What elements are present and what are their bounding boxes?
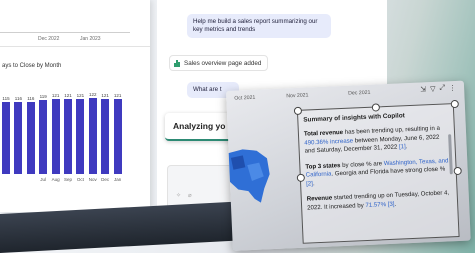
report-page-icon [174,59,180,67]
x-axis-line [0,32,130,33]
insight-subject: Total revenue [303,128,344,138]
bar-data-label: 115 [2,96,10,102]
chart-title: ays to Close by Month [2,63,62,69]
pin-icon[interactable]: ⇲ [420,85,426,93]
axis-date-label: Dec 2021 [348,89,371,97]
resize-handle[interactable] [450,99,459,109]
bar-data-label: 121 [51,92,60,98]
copilot-summary-visual[interactable]: Summary of insights with Copilot Total r… [296,103,460,244]
report-canvas: Dec 2022 Jan 2023 ays to Close by Month … [0,0,150,212]
axis-date-label: Nov 2021 [286,92,309,100]
insight-subject: Revenue [306,194,333,203]
insight-revenue-trend: Revenue started trending up on Tuesday, … [307,189,453,212]
x-tick-label: Sep [63,177,72,182]
days-to-close-bar-chart: 115 116 116 119 Jul 121 Aug 121 Sep 121 Oct 122 Nov 1… [2,86,126,182]
bar[interactable] [113,98,122,174]
bar[interactable] [64,98,72,174]
x-tick-label: Jan [113,177,122,182]
filter-icon[interactable]: ▽ [430,85,436,93]
insight-top-states: Top 3 states by close % are Washington, … [305,157,451,189]
bar-data-label: 122 [89,91,97,97]
resize-handle[interactable] [453,166,462,176]
summary-title: Summary of insights with Copilot [303,112,405,124]
x-tick-label: Jan 2023 [80,36,101,42]
bar[interactable] [39,99,48,174]
more-options-icon[interactable]: ⋮ [449,84,456,92]
x-tick-label: Oct [76,177,84,182]
bar-data-label: 121 [76,92,85,98]
insight-text: . [405,143,408,151]
bar[interactable] [14,101,23,174]
insight-text: . [394,200,397,208]
prompt-guide-icon[interactable]: ✧ [176,192,181,199]
scrollbar[interactable] [448,134,453,175]
bar-data-label: 121 [64,92,72,98]
bar-data-label: 116 [14,95,22,101]
user-prompt-bubble: Help me build a sales report summarizing… [187,14,331,38]
bar[interactable] [88,97,97,174]
insight-text: by close % are [340,159,384,169]
page-added-chip[interactable]: Sales overview page added [169,55,269,71]
visual-toolbar: ⇲ ▽ ⤢ ⋮ [420,84,456,93]
x-tick-label: Dec 2022 [38,36,60,42]
axis-date-label: Oct 2021 [234,94,256,102]
bar[interactable] [51,98,60,174]
page-added-label: Sales overview page added [184,59,262,67]
us-map-visual [226,149,270,203]
x-tick-label: Jul [40,177,47,182]
insight-link[interactable]: 490.36% increase [304,137,353,146]
x-tick-label: Aug [51,177,60,182]
insights-card: Oct 2021 Nov 2021 Dec 2021 ⇲ ▽ ⤢ ⋮ Summa… [226,80,471,251]
x-tick-label: Dec [101,177,110,182]
insight-link[interactable]: 71.57% [365,201,386,209]
focus-mode-icon[interactable]: ⤢ [439,84,445,92]
bar-data-label: 119 [39,93,47,99]
insight-total-revenue: Total revenue has been trending up, resu… [304,124,450,156]
insight-subject: Top 3 states [305,161,341,171]
bar[interactable] [26,101,35,174]
top-line-chart: Dec 2022 Jan 2023 [0,0,150,47]
insight-text: . [312,179,315,187]
bar[interactable] [76,98,85,174]
bar[interactable] [2,102,10,174]
x-tick-label: Nov [88,177,97,182]
bar-data-label: 121 [113,92,122,98]
bar[interactable] [101,98,110,174]
attach-icon[interactable]: ⌀ [188,192,192,199]
bar-data-label: 116 [27,95,35,101]
bar-data-label: 121 [101,92,109,98]
